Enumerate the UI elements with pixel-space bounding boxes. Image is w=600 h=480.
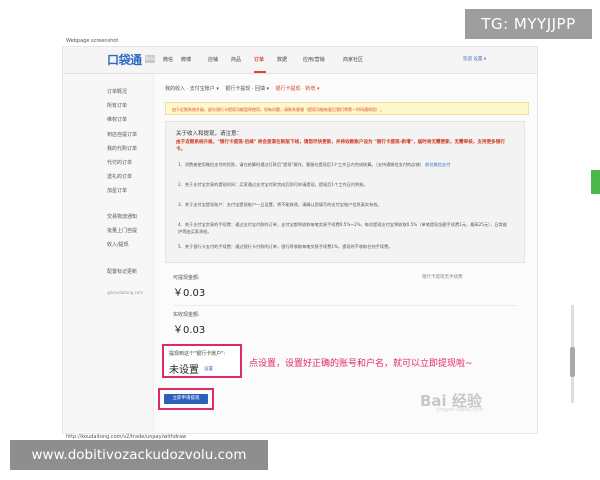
set-account-link[interactable]: 设置 (204, 366, 213, 372)
bank-account-box: 提现到这个"银行卡账户": 未设置 设置 (162, 344, 242, 378)
sidebar-item-order-overview[interactable]: 订单概况 (107, 88, 127, 95)
info-step-1-text: 1、消费者使用微信支付的货款，请在结算时通过打款后"提现"操作，客服在提现后1个… (178, 162, 424, 167)
info-step-2: 2、关于支付宝交易的提现时间：买家通过支付宝付款完成后即可申请提现，提现后1个工… (178, 182, 368, 187)
info-step-1: 1、消费者使用微信支付的货款，请在结算时通过打款后"提现"操作，客服在提现后1个… (178, 162, 508, 169)
breadcrumb-item-bank-backfill[interactable]: 银行卡提现 · 回填 ▾ (225, 86, 269, 92)
withdraw-info-panel: 关于收入和提现，请注意： 由于近期系统升级，"银行卡提现-后续" 将会逐渐在新版… (165, 121, 525, 263)
sidebar-account-email: @koudaitong.com (107, 290, 144, 295)
submit-highlight-box: 立即申请提现 (158, 388, 214, 410)
nav-item-products[interactable]: 商品 (231, 56, 241, 63)
nav-item-wechat[interactable]: 微信 (163, 56, 173, 63)
scrollbar-thumb[interactable] (570, 347, 575, 377)
top-navigation-bar: 口袋通 Beta 微信 微博 店铺 商品 订单 数据 应用/营销 商家社区 欢迎… (63, 47, 537, 74)
breadcrumb: 我的收入 · 支付宝账户 ▾ 银行卡提现 · 回填 ▾ 银行卡提现 · 新增 ▾ (165, 85, 319, 92)
annotation-text: 点设置，设置好正确的账号和户名，就可以立即提现啦~ (249, 359, 473, 369)
sidebar-item-gift-orders[interactable]: 送礼的订单 (107, 173, 132, 180)
sidebar: 订单概况 所有订单 维权订单 到店自提订单 我的代购订单 代付的订单 送礼的订单… (63, 74, 154, 432)
beta-badge: Beta (145, 55, 155, 63)
tg-badge: TG: MYYJJPP (465, 9, 592, 39)
submit-withdraw-button[interactable]: 立即申请提现 (164, 394, 208, 404)
side-feedback-tab[interactable] (591, 170, 600, 194)
info-step-4: 4、关于支付宝交易的手续费：通过支付宝付款的订单，支付宝都将收取每笔交易手续费0… (178, 222, 507, 234)
info-step-5: 5、关于银行卡支付的手续费：通过银行卡付款的订单，银行将收取每笔交易手续费1%，… (178, 244, 393, 249)
breadcrumb-item-bank-new[interactable]: 银行卡提现 · 新增 ▾ (275, 86, 319, 92)
user-menu[interactable]: 欢迎 设置 ▾ (463, 56, 486, 62)
active-nav-indicator (254, 71, 266, 73)
sidebar-item-config-update[interactable]: 配置标记更新 (107, 268, 137, 275)
actual-amount: ￥0.03 (173, 325, 206, 336)
notice-bar: 由于近期系统升级，部分银行卡提现功能暂停使用，如有问题，请联系客服（提现功能恢复… (165, 102, 529, 115)
wechat-pay-link[interactable]: 前往微信支付 (425, 162, 450, 167)
nav-item-merchant-community[interactable]: 商家社区 (343, 56, 363, 63)
nav-item-store[interactable]: 店铺 (208, 56, 218, 63)
bank-account-label: 提现到这个"银行卡账户": (169, 351, 226, 357)
nav-item-orders[interactable]: 订单 (254, 56, 264, 63)
info-warning: 由于近期系统升级，"银行卡提现-后续" 将会逐渐在新版下线，请您尽快更新，并将收… (176, 140, 505, 152)
nav-item-apps-marketing[interactable]: 应用/营销 (303, 56, 325, 63)
app-window: 口袋通 Beta 微信 微博 店铺 商品 订单 数据 应用/营销 商家社区 欢迎… (62, 46, 575, 434)
sidebar-item-proxy-orders[interactable]: 我的代购订单 (107, 145, 137, 152)
sidebar-item-starred-orders[interactable]: 加星订单 (107, 187, 127, 194)
info-title: 关于收入和提现，请注意： (176, 131, 243, 137)
info-step-3: 3、关于支付宝提现账户：支付宝提现账户一旦设置，将不能修改，请确认您填写的支付宝… (178, 202, 382, 207)
app-logo[interactable]: 口袋通 (107, 51, 142, 68)
sidebar-item-logistics-notice[interactable]: 交易物流通知 (107, 213, 137, 220)
nav-item-weibo[interactable]: 微博 (181, 56, 191, 63)
withdraw-fee-note: 银行卡提现无手续费 (422, 275, 463, 280)
sidebar-item-all-orders[interactable]: 所有订单 (107, 102, 127, 109)
nav-item-data[interactable]: 数据 (277, 56, 287, 63)
withdrawable-amount: ￥0.03 (173, 288, 206, 299)
sidebar-item-income-withdraw[interactable]: 收入/提现 (107, 241, 129, 248)
sidebar-item-batch-pickup[interactable]: 批量上门自提 (107, 227, 137, 234)
bank-account-value: 未设置 (169, 365, 199, 376)
site-watermark: www.dobitivozackudozvolu.com (10, 440, 268, 470)
sidebar-item-paid-orders[interactable]: 代付的订单 (107, 159, 132, 166)
main-content: 我的收入 · 支付宝账户 ▾ 银行卡提现 · 回填 ▾ 银行卡提现 · 新增 ▾… (163, 74, 537, 432)
breadcrumb-item-alipay[interactable]: 我的收入 · 支付宝账户 ▾ (165, 86, 219, 92)
amount-divider (173, 305, 517, 306)
actual-amount-label: 实收现金额: (173, 312, 200, 318)
sidebar-item-rights-orders[interactable]: 维权订单 (107, 116, 127, 123)
baidu-watermark-sub: jingyan.baidu.com (437, 407, 484, 413)
sidebar-item-pickup-orders[interactable]: 到店自提订单 (107, 131, 137, 138)
capture-caption: Webpage screenshot (66, 38, 119, 44)
withdrawable-label: 可提现金额: (173, 275, 200, 281)
